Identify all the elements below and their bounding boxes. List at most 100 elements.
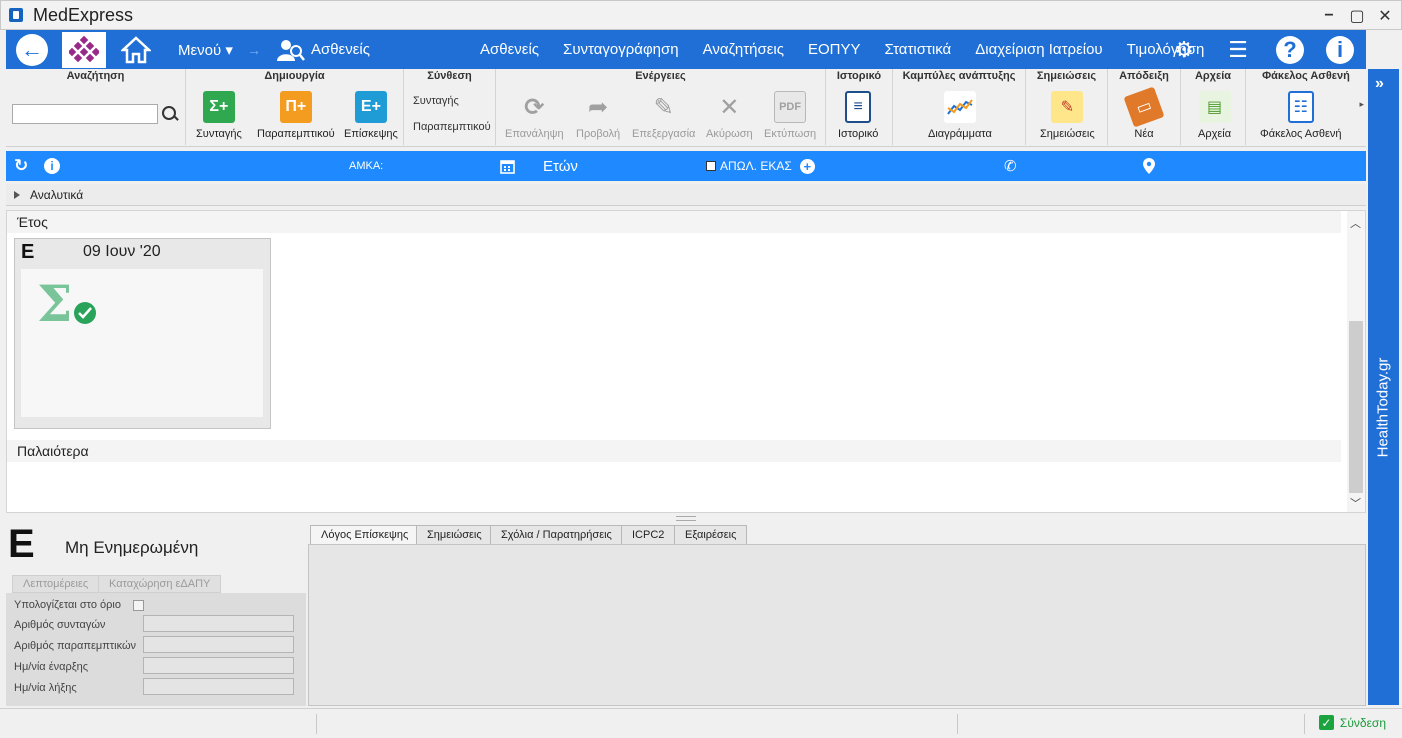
ribbon-group-create: Δημιουργία Σ+ Συνταγής Π+ Παραπεμπτικού … [186, 69, 404, 145]
scrollbar-thumb[interactable] [1349, 321, 1363, 493]
panel-splitter[interactable] [676, 516, 696, 521]
start-date-field[interactable] [143, 657, 294, 674]
end-date-label: Ημ/νία λήξης [14, 682, 77, 694]
nav-link-searches[interactable]: Αναζητήσεις [703, 41, 784, 58]
close-button[interactable]: ✕ [1375, 6, 1395, 26]
group-title-files: Αρχεία [1194, 70, 1232, 82]
counts-toward-limit-checkbox[interactable] [133, 600, 144, 611]
analytics-expander[interactable]: Αναλυτικά [6, 184, 1366, 206]
deceased-checkbox[interactable] [706, 161, 716, 171]
compose-prescription-link[interactable]: Συνταγής [413, 95, 459, 107]
print-button[interactable]: PDF Εκτύπωση [764, 91, 816, 140]
prescription-completed-icon: Σ [37, 277, 96, 333]
main-navbar: ← Μενού ▾ → Ασθενείς Ασθενείς Συνταγογρά… [6, 30, 1366, 69]
new-prescription-label: Συνταγής [196, 128, 242, 140]
new-referral-button[interactable]: Π+ Παραπεμπτικού [257, 91, 335, 140]
refresh-icon[interactable]: ↻ [14, 151, 28, 181]
new-receipt-button[interactable]: ▭ Νέα [1123, 86, 1165, 140]
timeline-scrollbar[interactable]: ︿ ﹀ [1347, 211, 1365, 512]
status-separator [957, 714, 958, 734]
ribbon-group-notes: Σημειώσεις ✎ Σημειώσεις [1026, 69, 1108, 145]
credit-card-icon: ▭ [1123, 86, 1165, 128]
sidebar-brand[interactable]: HealthToday.gr [1375, 343, 1392, 473]
scroll-up-icon[interactable]: ︿ [1350, 215, 1361, 231]
patient-folder-label: Φάκελος Ασθενή [1260, 128, 1342, 140]
nav-link-eopyy[interactable]: ΕΟΠΥΥ [808, 41, 861, 58]
compose-referral-link[interactable]: Παραπεμπτικού [413, 121, 491, 133]
edit-button[interactable]: ✎ Επεξεργασία [632, 91, 695, 141]
year-section-header: Έτος [7, 211, 1341, 233]
info-icon[interactable]: i [1326, 35, 1354, 64]
visit-card[interactable]: Ε 09 Ιουν '20 Σ [14, 238, 271, 429]
tab-notes[interactable]: Σημειώσεις [416, 525, 493, 544]
calendar-icon[interactable] [500, 151, 515, 181]
help-icon[interactable]: ? [1276, 35, 1304, 64]
group-title-folder: Φάκελος Ασθενή [1262, 70, 1350, 82]
tab-visit-reason[interactable]: Λόγος Επίσκεψης [310, 525, 420, 544]
notes-button[interactable]: ✎ Σημειώσεις [1040, 91, 1095, 140]
new-prescription-button[interactable]: Σ+ Συνταγής [196, 91, 242, 140]
group-title-compose: Σύνθεση [427, 70, 472, 82]
menu-dropdown[interactable]: Μενού ▾ [178, 41, 233, 59]
subtab-edapy-entry[interactable]: Καταχώρηση εΔΑΠΥ [98, 575, 222, 593]
new-visit-button[interactable]: Ε+ Επίσκεψης [344, 91, 398, 140]
nav-link-statistics[interactable]: Στατιστικά [885, 41, 952, 58]
ribbon-group-compose: Σύνθεση Συνταγής Παραπεμπτικού [404, 69, 496, 145]
age-label: Ετών [543, 157, 578, 175]
growth-charts-button[interactable]: Διαγράμματα [928, 91, 992, 140]
scroll-down-icon[interactable]: ﹀ [1350, 495, 1361, 511]
group-title-receipt: Απόδειξη [1119, 70, 1169, 82]
visit-details-panel: Ε Μη Ενημερωμένη Λεπτομέρειες Καταχώρηση… [6, 518, 306, 706]
phone-icon[interactable]: ✆ [1004, 151, 1017, 181]
notepad-pencil-icon: ✎ [1051, 91, 1084, 123]
location-pin-icon[interactable] [1143, 151, 1155, 181]
home-icon[interactable] [120, 34, 152, 66]
arrow-right-icon: → [246, 41, 261, 58]
minimize-button[interactable]: − [1319, 6, 1339, 26]
tab-icpc2[interactable]: ICPC2 [621, 525, 676, 544]
patient-folder-button[interactable]: ☷ Φάκελος Ασθενή [1260, 91, 1342, 140]
pdf-icon: PDF [774, 91, 807, 123]
nav-link-patients[interactable]: Ασθενείς [480, 41, 539, 58]
back-arrow-icon[interactable]: ← [16, 33, 48, 66]
gears-icon[interactable]: ⚙ [1168, 34, 1200, 66]
add-circle-icon[interactable]: + [799, 158, 815, 174]
prescriptions-count-field[interactable] [143, 615, 294, 632]
amka-label: ΑΜΚΑ: [349, 160, 384, 172]
connection-status[interactable]: ✓ Σύνδεση [1318, 715, 1386, 730]
window-titlebar: MedExpress − ▢ ✕ [0, 0, 1402, 30]
status-bar: ✓ Σύνδεση [0, 708, 1402, 738]
ribbon-toolbar: Αναζήτηση Δημιουργία Σ+ Συνταγής Π+ Παρα… [6, 69, 1366, 147]
nav-link-prescribing[interactable]: Συνταγογράφηση [563, 41, 679, 58]
patient-folder-icon: ☷ [1287, 91, 1314, 123]
cancel-label: Ακύρωση [706, 128, 753, 140]
search-icon[interactable] [162, 106, 176, 120]
end-date-field[interactable] [143, 678, 294, 695]
ribbon-group-patient-folder: Φάκελος Ασθενή ☷ Φάκελος Ασθενή ▸ [1246, 69, 1366, 145]
start-date-label: Ημ/νία έναρξης [14, 661, 89, 673]
nav-link-clinic-management[interactable]: Διαχείριση Ιατρείου [975, 41, 1102, 58]
tab-comments[interactable]: Σχόλια / Παρατηρήσεις [490, 525, 623, 544]
menu-label: Μενού [178, 41, 222, 59]
search-input[interactable] [12, 104, 158, 124]
list-icon[interactable]: ☰ [1222, 34, 1254, 66]
subtab-details[interactable]: Λεπτομέρειες [12, 575, 100, 593]
maximize-button[interactable]: ▢ [1347, 6, 1367, 26]
pi-plus-icon: Π+ [279, 91, 312, 123]
cancel-button[interactable]: ✕ Ακύρωση [706, 91, 753, 141]
app-logo[interactable] [62, 31, 106, 68]
repeat-label: Επανάληψη [505, 128, 564, 140]
print-label: Εκτύπωση [764, 128, 817, 140]
ribbon-group-history: Ιστορικό ≡ Ιστορικό [826, 69, 893, 145]
forward-arrow-icon: ➦ [588, 93, 609, 121]
expand-sidebar-icon[interactable]: » [1375, 75, 1384, 93]
view-button[interactable]: ➦ Προβολή [576, 91, 620, 141]
info-circle-icon[interactable]: i [44, 151, 60, 181]
patients-search-button[interactable]: Ασθενείς [275, 37, 370, 63]
tab-exceptions[interactable]: Εξαιρέσεις [674, 525, 748, 544]
ribbon-scroll-right-icon[interactable]: ▸ [1359, 99, 1364, 110]
repeat-button[interactable]: ⟳ Επανάληψη [505, 91, 564, 141]
referrals-count-field[interactable] [143, 636, 294, 653]
files-button[interactable]: ▤ Αρχεία [1198, 91, 1231, 140]
history-button[interactable]: ≡ Ιστορικό [838, 91, 878, 140]
